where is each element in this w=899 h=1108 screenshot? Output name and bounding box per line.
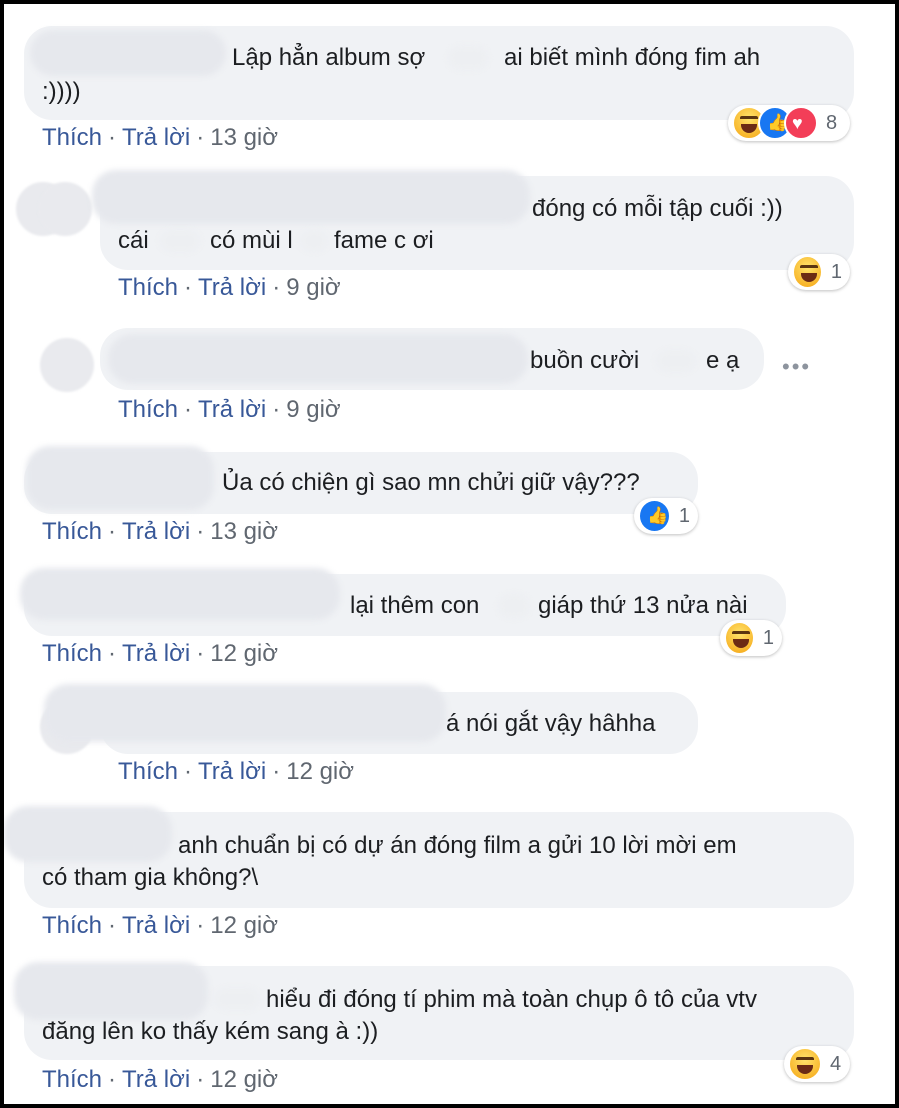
like-link[interactable]: Thích	[42, 1066, 102, 1093]
comment-text: hiểu đi đóng tí phim mà toàn chụp ô tô c…	[266, 986, 757, 1013]
comment-text: fame c ơi	[334, 227, 434, 254]
reaction-summary[interactable]: 👍 1	[634, 498, 698, 534]
redacted-name	[44, 684, 446, 742]
redacted-word	[448, 46, 488, 70]
like-link[interactable]: Thích	[42, 124, 102, 151]
reaction-count: 8	[826, 111, 838, 134]
comment-text: giáp thứ 13 nửa nài	[538, 592, 748, 619]
like-link[interactable]: Thích	[118, 396, 178, 423]
redacted-name	[4, 806, 172, 862]
reaction-count: 1	[762, 626, 774, 649]
reaction-count: 1	[678, 504, 690, 527]
reply-link[interactable]: Trả lời	[198, 396, 266, 423]
comment-actions: Thích · Trả lời · 9 giờ	[118, 274, 341, 301]
comment-actions: Thích · Trả lời · 12 giờ	[42, 640, 278, 667]
haha-reaction-icon	[788, 1047, 822, 1081]
comment-actions: Thích · Trả lời · 12 giờ	[42, 1066, 278, 1093]
redacted-name	[92, 170, 530, 224]
more-options-icon[interactable]: •••	[782, 354, 811, 380]
reaction-count: 1	[830, 260, 842, 283]
haha-reaction-icon	[724, 621, 755, 655]
reply-link[interactable]: Trả lời	[122, 518, 190, 545]
reaction-summary[interactable]: 1	[788, 254, 850, 290]
timestamp[interactable]: 12 giờ	[210, 1066, 278, 1093]
redacted-word	[498, 594, 530, 618]
redacted-word	[214, 988, 260, 1010]
reply-link[interactable]: Trả lời	[122, 912, 190, 939]
timestamp[interactable]: 12 giờ	[210, 640, 278, 667]
redacted-word	[300, 230, 328, 252]
reply-link[interactable]: Trả lời	[122, 124, 190, 151]
comment-text: đăng lên ko thấy kém sang à :))	[42, 1018, 379, 1045]
redacted-word	[656, 350, 696, 372]
reaction-count: 4	[830, 1052, 842, 1075]
timestamp[interactable]: 13 giờ	[210, 124, 278, 151]
reply-link[interactable]: Trả lời	[198, 274, 266, 301]
avatar[interactable]	[40, 338, 94, 392]
comment-text: có tham gia không?\	[42, 864, 259, 891]
timestamp[interactable]: 13 giờ	[210, 518, 278, 545]
comment-text: anh chuẩn bị có dự án đóng film a gửi 10…	[178, 832, 737, 859]
comment-actions: Thích · Trả lời · 13 giờ	[42, 124, 278, 151]
timestamp[interactable]: 9 giờ	[286, 274, 340, 301]
comment-text: cái	[118, 227, 149, 254]
comment-text: :))))	[42, 78, 81, 105]
redacted-name	[26, 446, 214, 510]
comment-text: ai biết mình đóng fim ah	[504, 44, 761, 71]
image-border	[0, 0, 899, 1108]
comment-actions: Thích · Trả lời · 12 giờ	[42, 912, 278, 939]
like-link[interactable]: Thích	[42, 912, 102, 939]
redacted-word	[160, 230, 200, 252]
comment-text: buồn cười	[530, 347, 640, 374]
comment-actions: Thích · Trả lời · 9 giờ	[118, 396, 341, 423]
comment-text: Lập hẳn album sợ	[232, 44, 426, 71]
comment-text: e ạ	[706, 347, 740, 374]
like-link[interactable]: Thích	[118, 274, 178, 301]
timestamp[interactable]: 12 giờ	[210, 912, 278, 939]
comment-actions: Thích · Trả lời · 13 giờ	[42, 518, 278, 545]
reply-link[interactable]: Trả lời	[122, 1066, 190, 1093]
reply-link[interactable]: Trả lời	[198, 758, 266, 785]
love-reaction-icon: ♥	[784, 106, 818, 140]
reply-link[interactable]: Trả lời	[122, 640, 190, 667]
redacted-name	[108, 334, 528, 384]
redacted-name	[20, 568, 340, 620]
timestamp[interactable]: 12 giờ	[286, 758, 354, 785]
reaction-summary[interactable]: 1	[720, 620, 782, 656]
reaction-summary[interactable]: 4	[784, 1046, 850, 1082]
haha-reaction-icon	[792, 255, 823, 289]
redacted-name	[30, 30, 226, 76]
like-link[interactable]: Thích	[42, 640, 102, 667]
comment-text: có mùi l	[210, 227, 293, 254]
avatar	[38, 182, 92, 236]
like-link[interactable]: Thích	[42, 518, 102, 545]
comment-text: đóng có mỗi tập cuối :))	[532, 195, 783, 222]
timestamp[interactable]: 9 giờ	[286, 396, 340, 423]
like-reaction-icon: 👍	[638, 499, 671, 533]
like-link[interactable]: Thích	[118, 758, 178, 785]
comment-text: Ủa có chiện gì sao mn chửi giữ vậy???	[222, 469, 640, 496]
comment-text: á nói gắt vậy hâhha	[446, 710, 656, 737]
comment-text: lại thêm con	[350, 592, 480, 619]
comment-actions: Thích · Trả lời · 12 giờ	[118, 758, 354, 785]
redacted-name	[14, 962, 208, 1020]
reaction-summary[interactable]: 👍 ♥ 8	[728, 105, 850, 141]
